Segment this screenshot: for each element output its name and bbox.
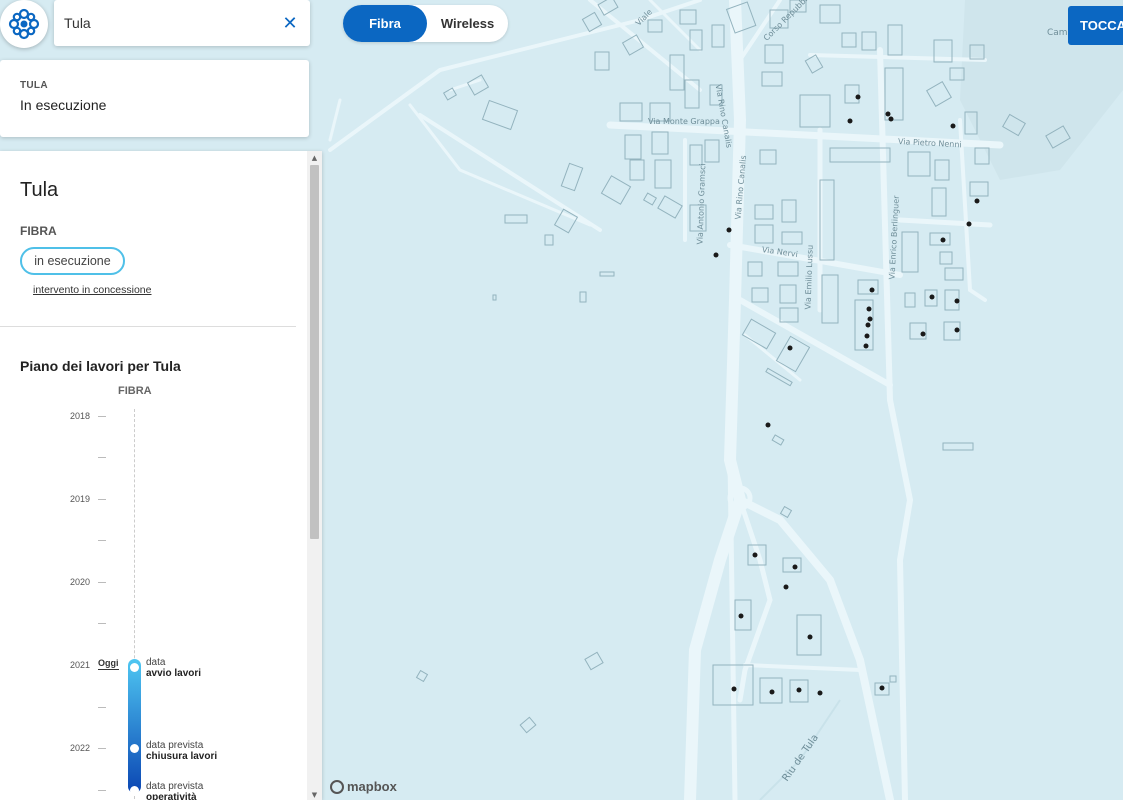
plan-technology-label: FIBRA — [118, 385, 152, 397]
mapbox-icon — [330, 779, 344, 794]
timeline-tick — [98, 790, 106, 791]
mapbox-logo[interactable]: mapbox — [330, 779, 397, 794]
technology-toggle: Fibra Wireless — [343, 5, 508, 42]
event-label: data — [146, 657, 166, 668]
timeline-tick — [98, 540, 106, 541]
mapbox-label: mapbox — [347, 779, 397, 794]
detail-panel: Tula FIBRA in esecuzione intervento in c… — [0, 151, 322, 800]
event-title: operatività — [146, 792, 197, 800]
event-label: data prevista — [146, 781, 204, 792]
timeline-event-dot[interactable] — [130, 663, 139, 672]
search-input[interactable] — [64, 15, 280, 31]
scroll-up-icon[interactable]: ▲ — [310, 153, 319, 163]
timeline-year: 2018 — [70, 411, 91, 421]
timeline-event: data prevista operatività — [146, 781, 203, 800]
tocca-button[interactable]: TOCCA — [1068, 6, 1123, 45]
timeline-year: 2022 — [70, 743, 91, 753]
timeline-event-dot[interactable] — [130, 786, 139, 795]
logo-icon — [8, 8, 40, 40]
technology-label: FIBRA — [20, 224, 57, 238]
concession-link[interactable]: intervento in concessione — [33, 284, 152, 296]
timeline-year: 2021 — [70, 660, 91, 670]
timeline-tick — [98, 748, 106, 749]
work-plan-timeline: 2018 2019 2020 2021 2022 Oggi data avvio… — [0, 401, 296, 800]
status-badge: in esecuzione — [20, 247, 125, 275]
timeline-tick — [98, 499, 106, 500]
timeline-progress-bar — [128, 659, 141, 793]
close-icon[interactable]: ✕ — [280, 13, 300, 34]
app-logo-button[interactable] — [0, 0, 48, 48]
detail-content: Tula FIBRA in esecuzione intervento in c… — [0, 151, 296, 800]
tab-wireless[interactable]: Wireless — [427, 5, 508, 42]
event-label: data prevista — [146, 740, 204, 751]
scrollbar[interactable]: ▲ ▼ — [307, 151, 322, 800]
place-title: Tula — [20, 179, 59, 201]
today-marker: Oggi — [98, 658, 119, 670]
timeline-tick — [98, 623, 106, 624]
timeline-tick — [98, 582, 106, 583]
plan-title: Piano dei lavori per Tula — [20, 358, 181, 374]
scrollbar-thumb[interactable] — [310, 165, 319, 539]
timeline-year: 2020 — [70, 577, 91, 587]
result-summary-card[interactable]: TULA In esecuzione — [0, 60, 309, 137]
timeline-event: data avvio lavori — [146, 657, 201, 679]
result-status: In esecuzione — [20, 97, 107, 113]
event-title: avvio lavori — [146, 668, 202, 679]
street-label: Via Monte Grappa — [648, 117, 720, 126]
search-box: ✕ — [54, 0, 310, 46]
event-title: chiusura lavori — [146, 751, 218, 762]
divider — [0, 326, 296, 327]
timeline-year: 2019 — [70, 494, 91, 504]
timeline-event-dot[interactable] — [130, 744, 139, 753]
timeline-tick — [98, 457, 106, 458]
timeline-tick — [98, 707, 106, 708]
result-place-name: TULA — [20, 80, 48, 91]
tab-fibra[interactable]: Fibra — [343, 5, 427, 42]
scroll-down-icon[interactable]: ▼ — [310, 790, 319, 800]
timeline-tick — [98, 416, 106, 417]
timeline-event: data prevista chiusura lavori — [146, 740, 217, 762]
